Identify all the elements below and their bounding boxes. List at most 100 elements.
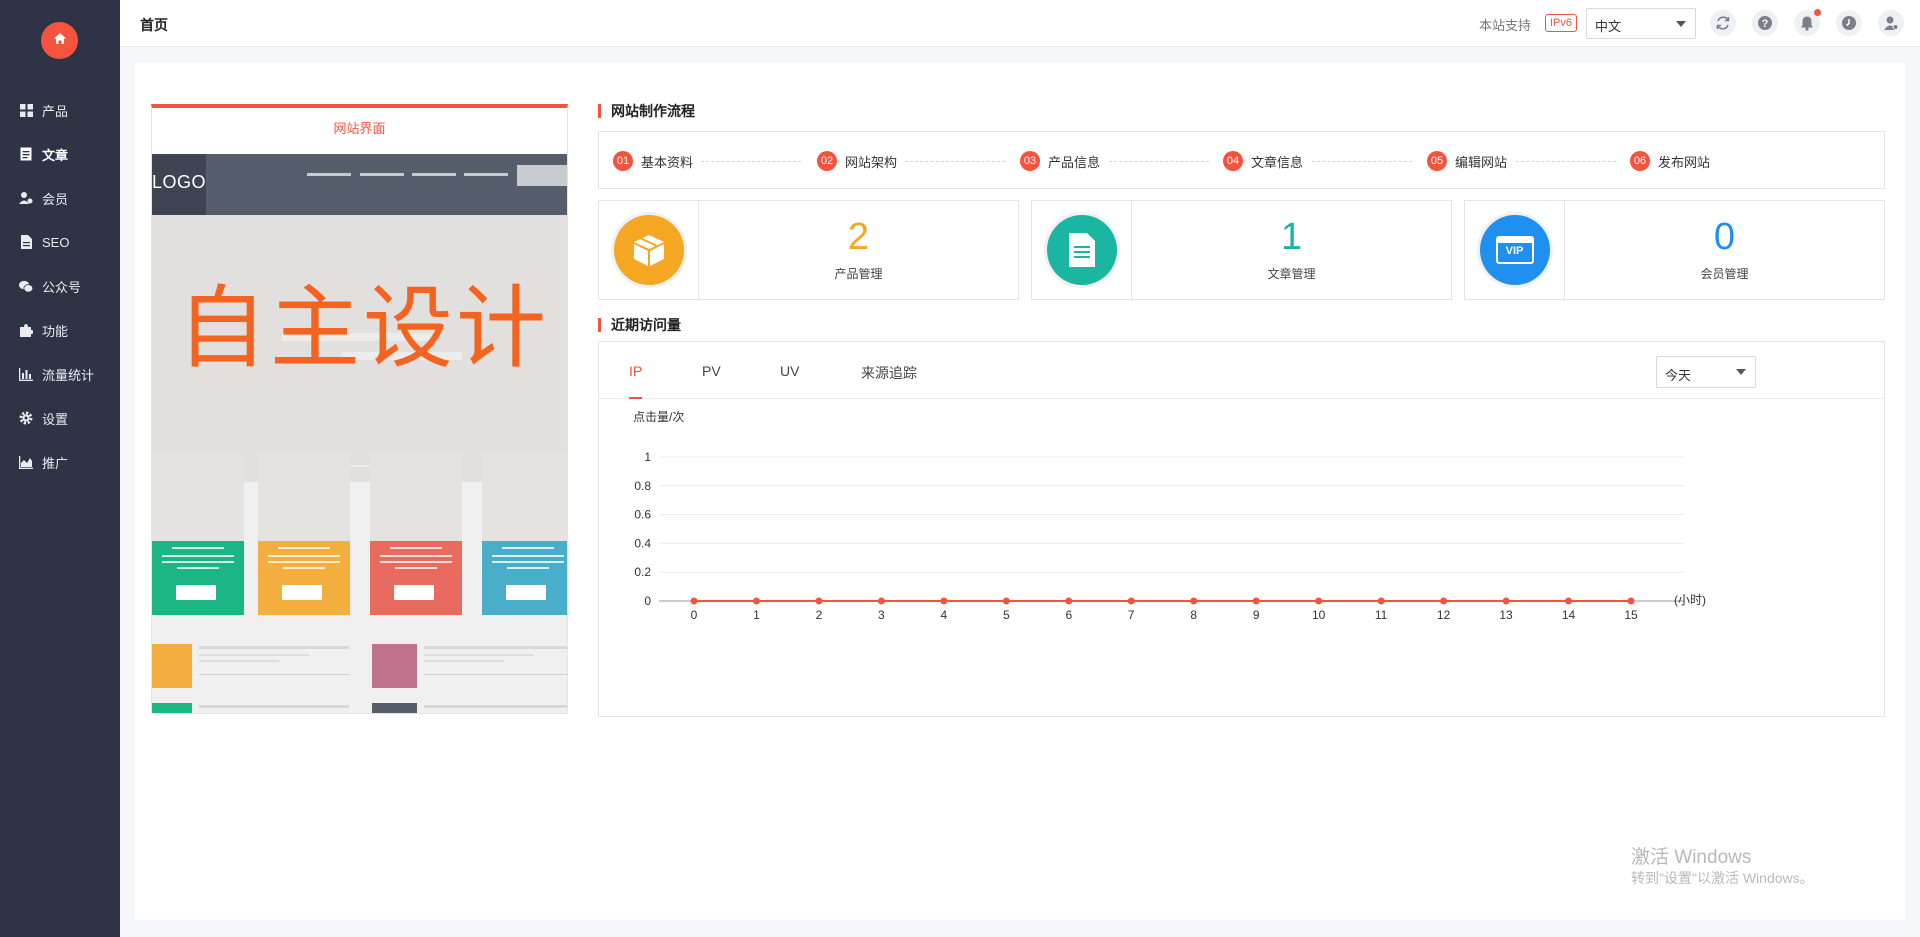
chart-x-tick: 14: [1562, 608, 1576, 622]
mock-list-line: [199, 654, 309, 656]
sidebar-item-wechat[interactable]: 公众号: [0, 264, 120, 308]
chart-x-tick: 12: [1437, 608, 1451, 622]
chart-x-tick: 7: [1128, 608, 1135, 622]
stat-label: 产品管理: [834, 267, 883, 281]
process-step[interactable]: 06 发布网站: [1630, 151, 1710, 171]
tab-source[interactable]: 来源追踪: [861, 363, 917, 401]
sidebar-item-settings[interactable]: 设置: [0, 396, 120, 440]
sidebar-item-products[interactable]: 产品: [0, 88, 120, 132]
notification-dot: [1814, 9, 1821, 16]
help-icon[interactable]: ?: [1752, 10, 1778, 36]
sidebar-item-seo[interactable]: SEO: [0, 220, 120, 264]
mock-card-line: [283, 567, 325, 569]
sidebar-item-promote[interactable]: 推广: [0, 440, 120, 484]
chart-x-tick: 13: [1499, 608, 1513, 622]
stat-value: 1: [1280, 216, 1303, 258]
mock-list-thumb: [152, 644, 192, 688]
vip-text: VIP: [1505, 245, 1524, 257]
step-label: 产品信息: [1048, 154, 1101, 170]
gear-icon: [19, 411, 33, 425]
mock-nav-line: [307, 173, 351, 176]
chart-x-tick: 4: [941, 608, 948, 622]
stat-label: 会员管理: [1700, 267, 1749, 281]
mock-card-button: [506, 585, 546, 600]
mock-card-top: [482, 452, 567, 541]
process-step[interactable]: 04 文章信息: [1223, 151, 1303, 171]
chart-point: [1127, 597, 1135, 605]
sidebar-item-articles[interactable]: 文章: [0, 132, 120, 176]
process-step[interactable]: 03 产品信息: [1020, 151, 1100, 171]
home-button[interactable]: [41, 22, 78, 59]
chart-point: [1190, 597, 1198, 605]
mock-list-line: [424, 654, 534, 656]
sidebar-item-label: SEO: [42, 234, 70, 250]
clock-icon[interactable]: [1836, 10, 1862, 36]
bar-chart-icon: [19, 367, 33, 381]
mock-list-line: [424, 646, 567, 649]
step-connector: [1312, 161, 1412, 162]
range-select[interactable]: 今天: [1656, 356, 1756, 388]
tab-pv[interactable]: PV: [702, 363, 721, 397]
stat-icon-wrap: VIP: [1465, 201, 1565, 299]
visits-tabs: IP PV UV 来源追踪 今天: [599, 342, 1884, 399]
chart-x-tick: 3: [878, 608, 885, 622]
chart-x-tick: 8: [1190, 608, 1197, 622]
chart-y-tick: 0.8: [634, 479, 651, 493]
stat-value: 0: [1713, 216, 1736, 258]
chart-x-tick: 2: [816, 608, 823, 622]
process-step[interactable]: 01 基本资料: [613, 151, 693, 171]
mock-card-line: [502, 547, 554, 549]
mock-card-line: [172, 547, 224, 549]
home-icon: [52, 31, 68, 50]
bell-icon[interactable]: [1794, 9, 1821, 36]
chevron-down-icon: [1676, 21, 1686, 27]
website-preview[interactable]: 网站界面 LOGO 自主设计: [151, 104, 568, 714]
chart-x-tick: 1: [753, 608, 760, 622]
mock-card-line: [268, 561, 340, 563]
chart-x-label: (小时): [1674, 593, 1706, 607]
mock-list-slider: [199, 674, 349, 675]
process-step[interactable]: 02 网站架构: [817, 151, 897, 171]
mock-card: [370, 541, 462, 615]
chart-x-tick: 6: [1065, 608, 1072, 622]
box-icon: [613, 215, 684, 285]
stat-icon-wrap: [1032, 201, 1132, 299]
mock-card-line: [162, 561, 234, 563]
sidebar-item-label: 流量统计: [42, 367, 95, 383]
sidebar-item-members[interactable]: 会员: [0, 176, 120, 220]
step-label: 网站架构: [845, 154, 898, 170]
language-select-value: 中文: [1595, 19, 1622, 34]
language-select[interactable]: 中文: [1586, 8, 1696, 39]
ipv6-support-text: 本站支持: [1479, 18, 1532, 33]
stat-card-members[interactable]: VIP 0 会员管理: [1464, 200, 1885, 300]
step-label: 文章信息: [1251, 154, 1304, 170]
chart-y-tick: 0: [644, 594, 651, 608]
stat-card-products[interactable]: 2 产品管理: [598, 200, 1019, 300]
sidebar-item-label: 功能: [42, 323, 69, 339]
tab-ip[interactable]: IP: [629, 363, 643, 399]
mock-card-line: [177, 567, 219, 569]
chart-point: [1377, 597, 1385, 605]
mock-card-line: [162, 555, 234, 557]
stat-icon-wrap: [599, 201, 699, 299]
sidebar-item-traffic[interactable]: 流量统计: [0, 352, 120, 396]
sidebar-item-features[interactable]: 功能: [0, 308, 120, 352]
process-step[interactable]: 05 编辑网站: [1427, 151, 1507, 171]
user-icon[interactable]: [1878, 10, 1904, 36]
chart-point: [877, 597, 885, 605]
refresh-icon[interactable]: [1710, 10, 1736, 36]
stat-card-articles[interactable]: 1 文章管理: [1031, 200, 1452, 300]
mock-card-line: [492, 555, 564, 557]
stat-label: 文章管理: [1267, 267, 1316, 281]
members-icon: [19, 191, 33, 205]
mock-logo: LOGO: [152, 154, 206, 215]
chart-point: [1502, 597, 1510, 605]
step-label: 基本资料: [641, 154, 694, 170]
mock-card: [258, 541, 350, 615]
mock-list-line: [199, 713, 309, 714]
chart-point: [815, 597, 823, 605]
tab-uv[interactable]: UV: [780, 363, 799, 397]
mock-nav-line: [360, 173, 404, 176]
chart-y-tick: 0.2: [634, 565, 651, 579]
mock-card: [482, 541, 567, 615]
